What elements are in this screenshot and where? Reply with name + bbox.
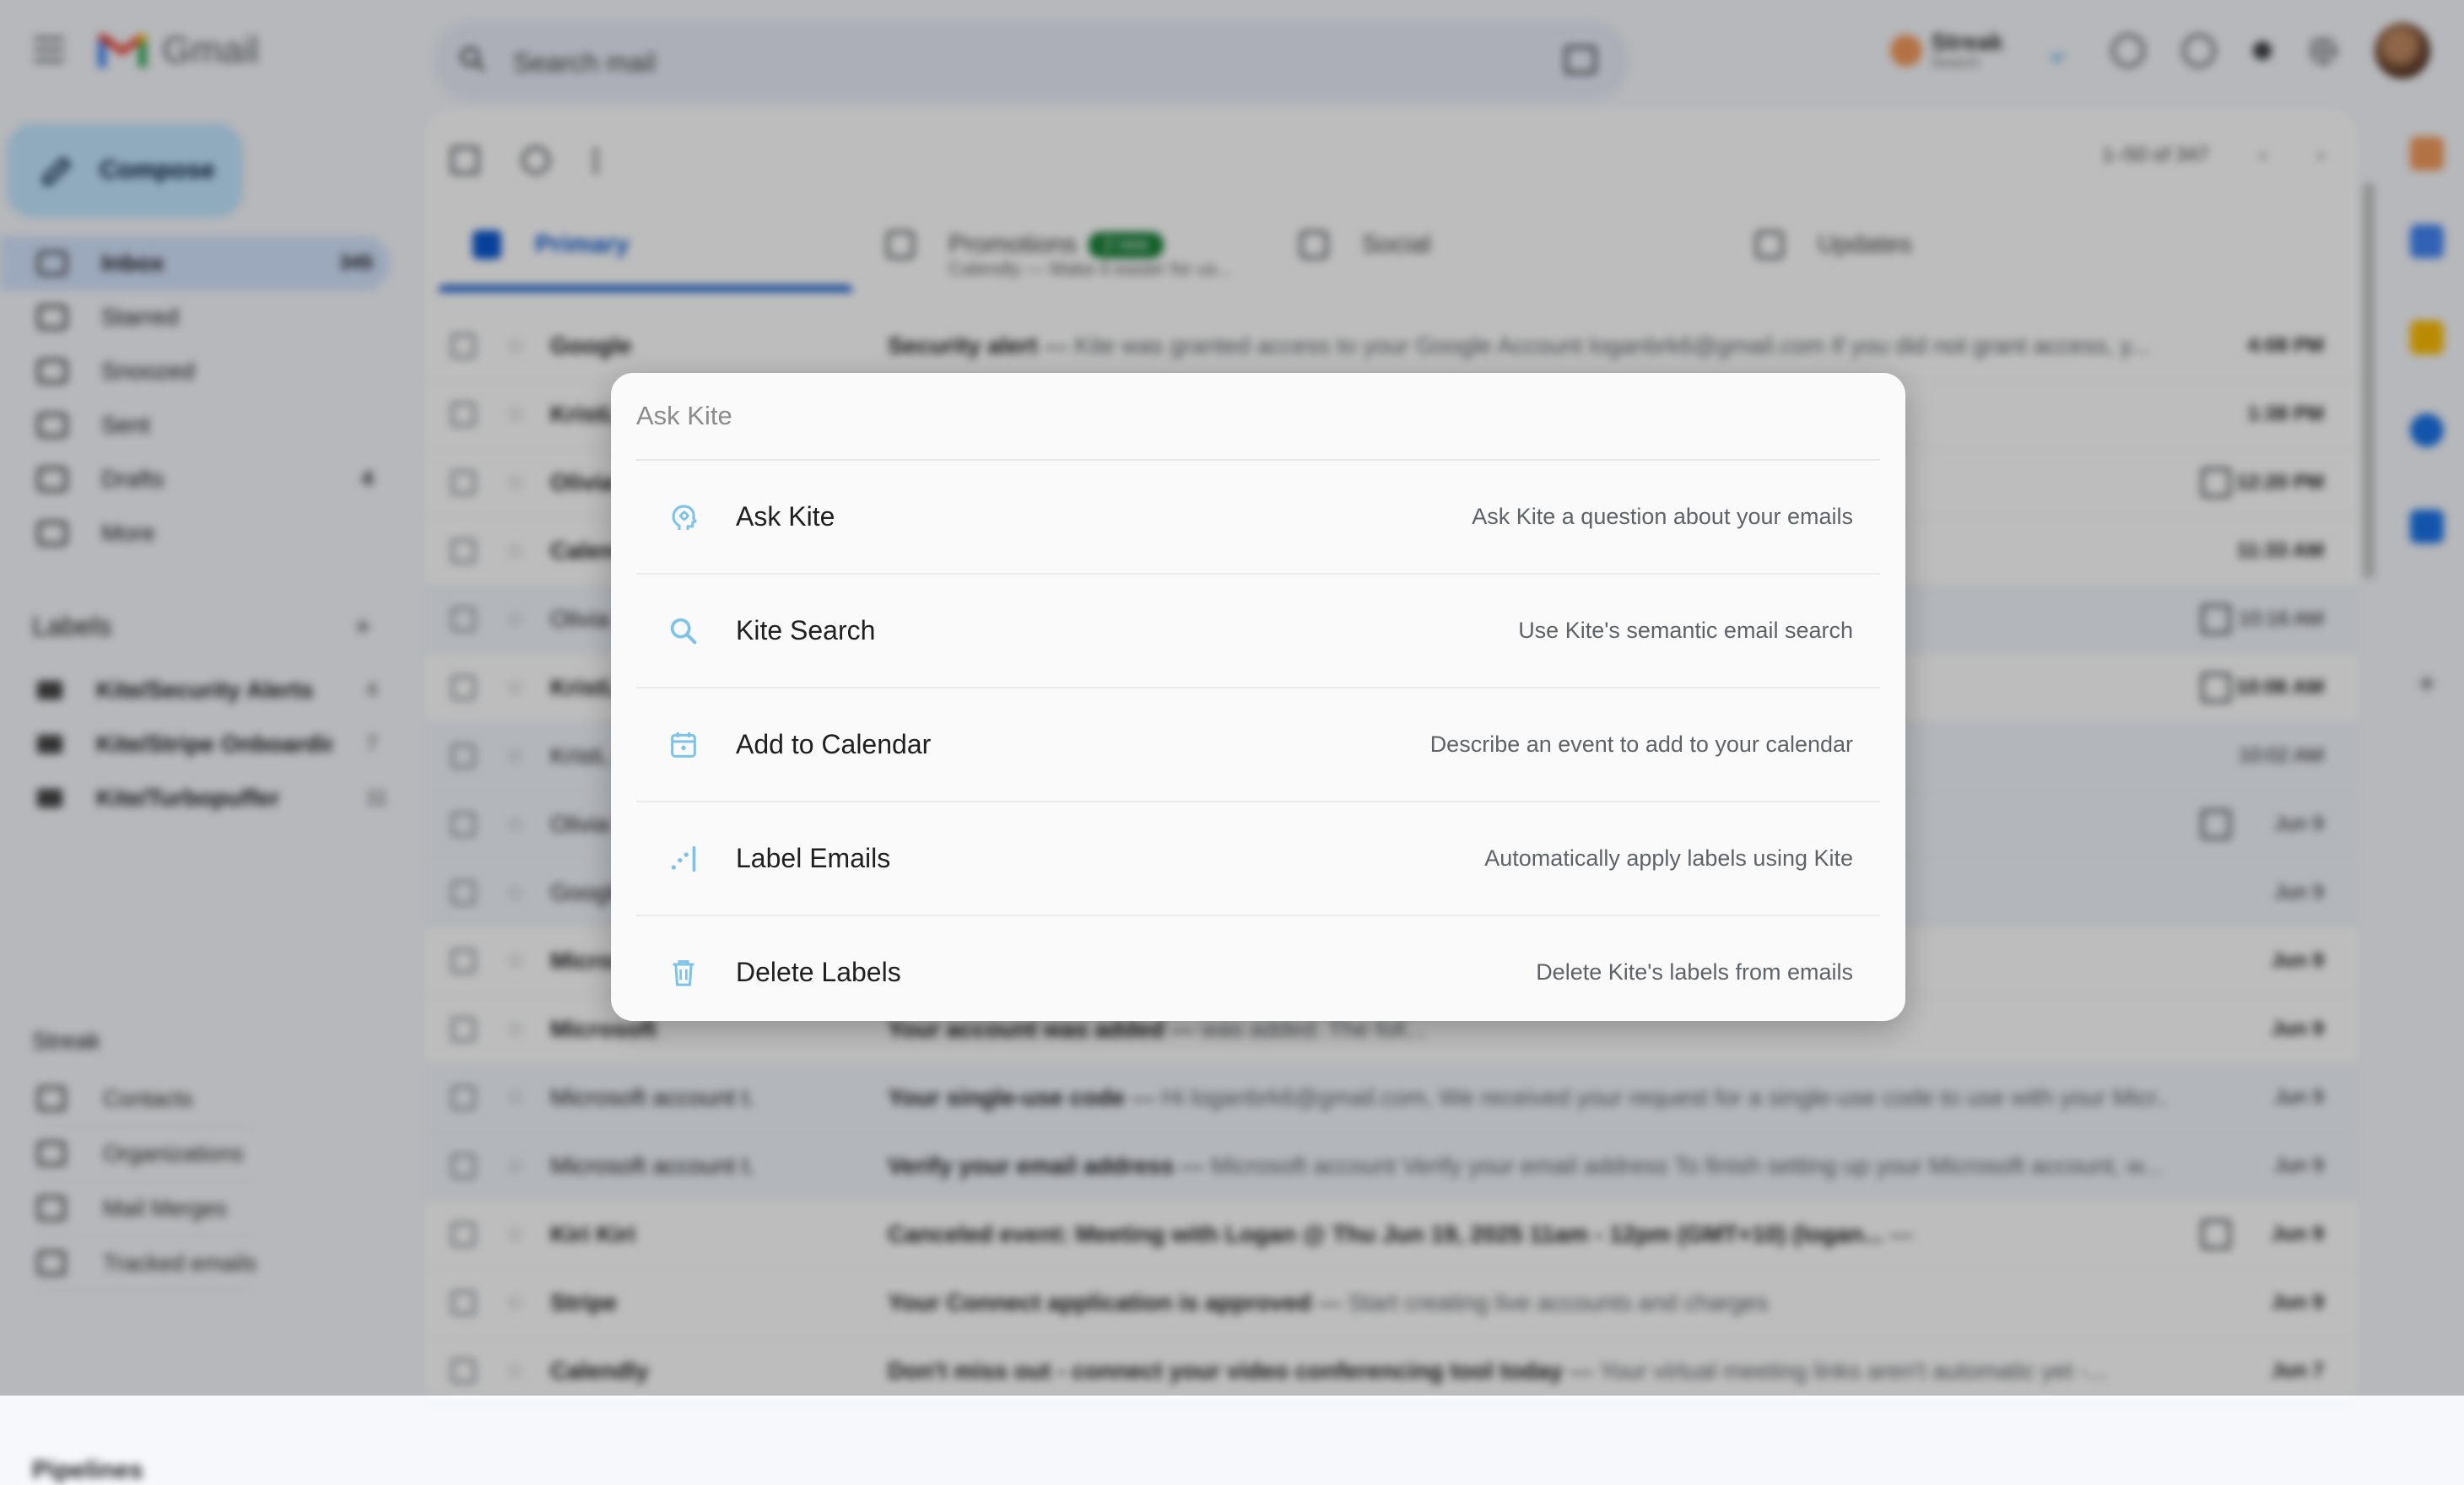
command-list: Ask Kite Ask Kite a question about your … — [636, 461, 1880, 1029]
command-label-emails[interactable]: Label Emails Automatically apply labels … — [636, 802, 1880, 916]
command-description: Ask Kite a question about your emails — [1472, 504, 1853, 529]
command-description: Delete Kite's labels from emails — [1536, 959, 1853, 985]
command-description: Use Kite's semantic email search — [1518, 618, 1853, 643]
label-sparkle-icon — [667, 842, 700, 876]
command-description: Describe an event to add to your calenda… — [1429, 732, 1853, 757]
search-icon — [667, 614, 700, 648]
kite-brain-icon — [667, 500, 700, 534]
command-name: Kite Search — [736, 615, 876, 645]
trash-icon — [667, 956, 700, 990]
command-name: Add to Calendar — [736, 729, 932, 759]
command-description: Automatically apply labels using Kite — [1484, 845, 1853, 871]
kite-command-palette: Ask Kite Ask Kite a question about your … — [611, 373, 1905, 1021]
command-ask-kite[interactable]: Ask Kite Ask Kite a question about your … — [636, 461, 1880, 575]
command-add-to-calendar[interactable]: Add to Calendar Describe an event to add… — [636, 688, 1880, 802]
calendar-icon — [667, 728, 700, 762]
ask-kite-input[interactable] — [636, 373, 1880, 461]
pipelines-heading[interactable]: Pipelines — [32, 1456, 143, 1485]
command-kite-search[interactable]: Kite Search Use Kite's semantic email se… — [636, 575, 1880, 688]
command-name: Ask Kite — [736, 501, 835, 532]
command-name: Delete Labels — [736, 957, 901, 987]
command-delete-labels[interactable]: Delete Labels Delete Kite's labels from … — [636, 916, 1880, 1029]
command-name: Label Emails — [736, 843, 891, 873]
